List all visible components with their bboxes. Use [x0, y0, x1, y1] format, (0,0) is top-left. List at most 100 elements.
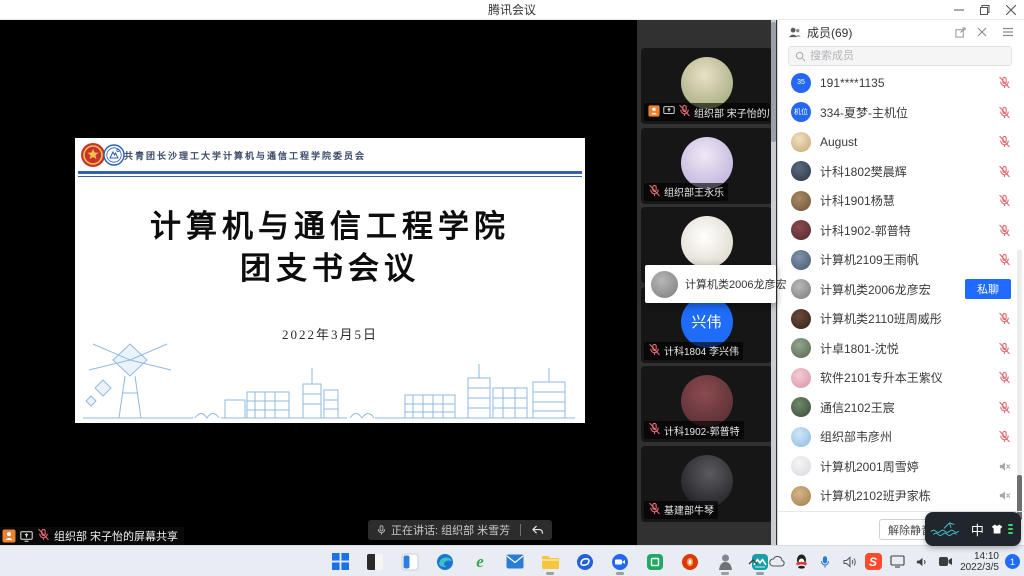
member-row[interactable]: 组织部韦彦州: [778, 422, 1024, 452]
member-avatar: [791, 368, 811, 388]
task-view-icon[interactable]: [398, 549, 422, 575]
member-row[interactable]: 软件2101专升本王紫仪: [778, 363, 1024, 393]
member-avatar: [791, 161, 811, 181]
onedrive-cloud-icon[interactable]: [768, 553, 786, 571]
member-row[interactable]: 计算机类2110班周威彤: [778, 304, 1024, 334]
maximize-button[interactable]: [972, 0, 998, 20]
video-thumbnail[interactable]: 组织部 宋子怡的屏幕共享: [641, 48, 772, 124]
muted-mic-icon[interactable]: [998, 430, 1011, 443]
taskbar-clock[interactable]: 14:10 2022/3/5: [960, 551, 999, 573]
notification-badge[interactable]: 1: [1005, 554, 1020, 569]
member-avatar: 35: [791, 73, 811, 93]
toast-divider: [520, 524, 521, 536]
member-row[interactable]: 计卓1801-沈悦: [778, 334, 1024, 364]
member-avatar: [791, 250, 811, 270]
office-app-icon[interactable]: [678, 549, 702, 575]
member-hover-tooltip: 计算机类2006龙彦宏: [645, 265, 776, 303]
member-row[interactable]: 计科1802樊晨辉: [778, 157, 1024, 187]
tray-volume-mixer-icon[interactable]: [840, 553, 858, 571]
muted-mic-icon[interactable]: [998, 194, 1011, 207]
member-row[interactable]: 计算机2102班尹家栋: [778, 481, 1024, 511]
notebook-app-icon[interactable]: [363, 549, 387, 575]
muted-speaker-icon[interactable]: [998, 460, 1011, 473]
tray-mic-icon[interactable]: [816, 553, 834, 571]
close-button[interactable]: [998, 0, 1024, 20]
muted-mic-icon[interactable]: [998, 106, 1011, 119]
close-panel-icon[interactable]: [974, 24, 990, 40]
member-row[interactable]: 通信2102王宸: [778, 393, 1024, 423]
edge-browser-icon[interactable]: [433, 549, 457, 575]
thumbnail-scrollbar-thumb[interactable]: [771, 22, 776, 142]
ime-status-indicator: [1008, 524, 1013, 534]
member-row[interactable]: August: [778, 127, 1024, 157]
muted-mic-icon: [648, 343, 661, 359]
member-scrollbar-track[interactable]: [1017, 250, 1022, 512]
muted-mic-icon[interactable]: [998, 76, 1011, 89]
member-row[interactable]: 机位334-夏梦-主机位: [778, 98, 1024, 128]
member-row[interactable]: 计算机2109王雨帆: [778, 245, 1024, 275]
mail-app-icon[interactable]: [503, 549, 527, 575]
muted-mic-icon[interactable]: [998, 224, 1011, 237]
muted-mic-icon[interactable]: [998, 253, 1011, 266]
desktop: 腾讯会议: [0, 0, 1024, 576]
muted-mic-icon[interactable]: [998, 371, 1011, 384]
qq-icon[interactable]: [792, 553, 810, 571]
tray-camera-icon[interactable]: [936, 553, 954, 571]
video-thumbnail[interactable]: 计科1902-郭普特: [641, 366, 772, 442]
video-thumbnail[interactable]: 组织部王永乐: [641, 128, 772, 204]
participant-avatar: [681, 57, 733, 109]
presenter-badge-icon: [648, 105, 660, 120]
member-row[interactable]: 计算机2001周雪婷: [778, 452, 1024, 482]
member-search-box[interactable]: [788, 46, 1012, 66]
muted-mic-icon: [648, 184, 661, 200]
member-row[interactable]: 35191****1135: [778, 68, 1024, 98]
panel-menu-icon[interactable]: [1000, 24, 1016, 40]
muted-mic-icon[interactable]: [998, 342, 1011, 355]
qq-browser-icon[interactable]: [573, 549, 597, 575]
muted-speaker-icon[interactable]: [998, 489, 1011, 502]
search-icon: [795, 51, 806, 62]
gray-figure-app-icon[interactable]: [713, 549, 737, 575]
tooltip-name: 计算机类2006龙彦宏: [685, 276, 786, 292]
member-row[interactable]: 计科1901杨慧: [778, 186, 1024, 216]
muted-mic-icon[interactable]: [998, 401, 1011, 414]
slide-divider-thin: [78, 176, 582, 177]
sogou-ime-bar[interactable]: 中: [925, 512, 1021, 546]
muted-mic-icon: [648, 502, 661, 518]
green-store-app-icon[interactable]: [643, 549, 667, 575]
ime-skin-icon[interactable]: [991, 522, 1003, 536]
tencent-meeting-icon[interactable]: [608, 549, 632, 575]
member-avatar: [791, 338, 811, 358]
member-avatar: [791, 486, 811, 506]
file-explorer-icon[interactable]: [538, 549, 562, 575]
muted-mic-icon[interactable]: [998, 165, 1011, 178]
internet-explorer-icon[interactable]: e: [468, 549, 492, 575]
popout-panel-icon[interactable]: [952, 24, 968, 40]
cast-display-icon[interactable]: [888, 553, 906, 571]
minimize-button[interactable]: [946, 0, 972, 20]
private-chat-button[interactable]: 私聊: [965, 279, 1011, 299]
tray-chevron-icon[interactable]: [744, 553, 762, 571]
muted-mic-icon[interactable]: [998, 135, 1011, 148]
tray-speaker-icon[interactable]: [912, 553, 930, 571]
member-list: 35191****1135 机位334-夏梦-主机位 August 计科1802…: [778, 68, 1024, 511]
slide-org-line: 共青团长沙理工大学计算机与通信工程学院委员会: [124, 149, 366, 162]
members-panel-title: 成员(69): [807, 24, 946, 41]
tooltip-avatar: [651, 271, 678, 298]
member-row[interactable]: 计科1902-郭普特: [778, 216, 1024, 246]
sogou-ime-tray-icon[interactable]: S: [864, 553, 882, 571]
thumbnail-name-label: 组织部 宋子怡的屏幕共享: [644, 103, 769, 121]
video-thumbnail[interactable]: 基建部牛琴: [641, 446, 772, 522]
search-input[interactable]: [810, 50, 990, 62]
start-button[interactable]: [328, 549, 352, 575]
muted-mic-icon: [648, 422, 661, 438]
ime-mode-indicator[interactable]: 中: [971, 520, 984, 539]
member-row[interactable]: 计算机类2006龙彦宏私聊: [778, 275, 1024, 305]
reply-arrow-icon[interactable]: [531, 525, 544, 536]
participant-avatar: 兴伟: [681, 296, 733, 348]
speaking-label: 正在讲话: 组织部 米雪芳: [391, 522, 510, 538]
taskbar-time: 14:10: [960, 551, 999, 562]
member-name: 组织部韦彦州: [820, 428, 989, 445]
window-title: 腾讯会议: [0, 0, 1024, 20]
muted-mic-icon[interactable]: [998, 312, 1011, 325]
